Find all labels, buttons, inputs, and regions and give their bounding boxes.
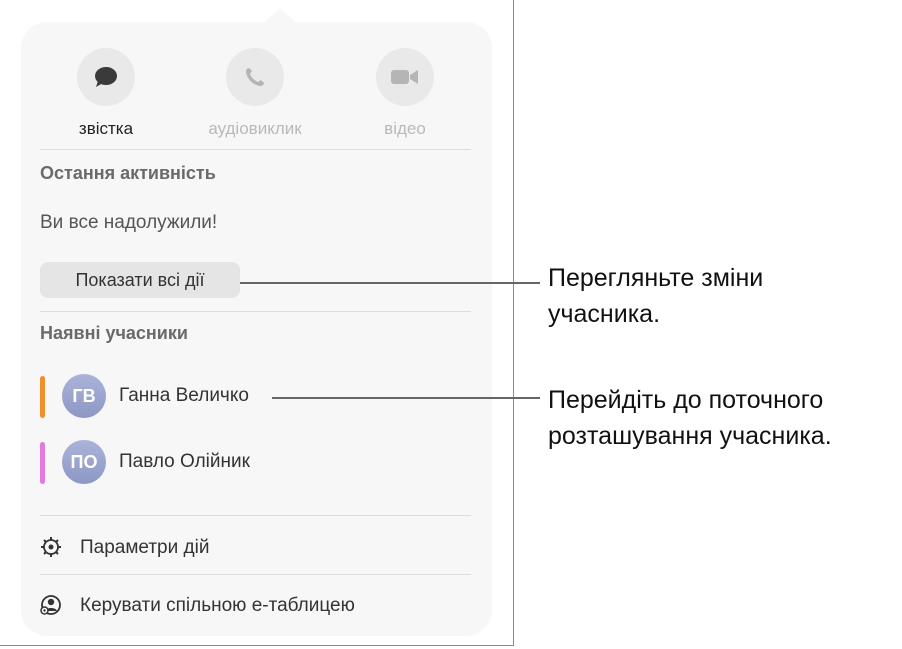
activity-settings-label: Параметри дій	[80, 537, 210, 558]
callout-show-changes: Перегляньте зміни учасника.	[548, 264, 764, 328]
participant-name: Ганна Величко	[119, 385, 249, 406]
show-all-activity-button[interactable]: Показати всі дії	[40, 262, 240, 298]
participants-heading: Наявні учасники	[40, 323, 188, 343]
divider	[40, 574, 471, 575]
divider	[40, 311, 471, 312]
gear-icon	[40, 536, 62, 558]
participant-name: Павло Олійник	[119, 451, 250, 472]
participant-color-bar	[40, 442, 45, 484]
callout-line-show-changes	[240, 282, 540, 284]
callout-line-location	[272, 397, 540, 399]
callout-go-to-location: Перейдіть до поточного розташування учас…	[548, 386, 832, 450]
message-label: звістка	[78, 119, 134, 138]
people-settings-icon	[40, 594, 62, 616]
video-call-button[interactable]: відео	[350, 48, 460, 138]
message-button[interactable]: звістка	[51, 48, 161, 138]
manage-shared-label: Керувати спільною е-таблицею	[80, 595, 355, 616]
participant-row[interactable]: ПО Павло Олійник	[40, 440, 440, 486]
activity-settings-item[interactable]: Параметри дій	[40, 531, 471, 565]
audio-call-label: аудіовиклик	[208, 119, 302, 138]
divider	[40, 149, 471, 150]
video-icon	[376, 48, 434, 106]
phone-icon	[226, 48, 284, 106]
popover-frame: звістка аудіовиклик відео Остання активн…	[0, 0, 514, 646]
popover-arrow	[264, 7, 296, 39]
avatar: ГВ	[62, 374, 106, 418]
video-call-label: відео	[384, 119, 426, 138]
avatar: ПО	[62, 440, 106, 484]
divider	[40, 515, 471, 516]
participant-color-bar	[40, 376, 45, 418]
collaboration-popover: звістка аудіовиклик відео Остання активн…	[21, 7, 492, 636]
recent-activity-heading: Остання активність	[40, 163, 216, 183]
manage-shared-item[interactable]: Керувати спільною е-таблицею	[40, 589, 471, 623]
activity-status: Ви все надолужили!	[40, 212, 218, 233]
message-icon	[77, 48, 135, 106]
audio-call-button[interactable]: аудіовиклик	[200, 48, 310, 138]
